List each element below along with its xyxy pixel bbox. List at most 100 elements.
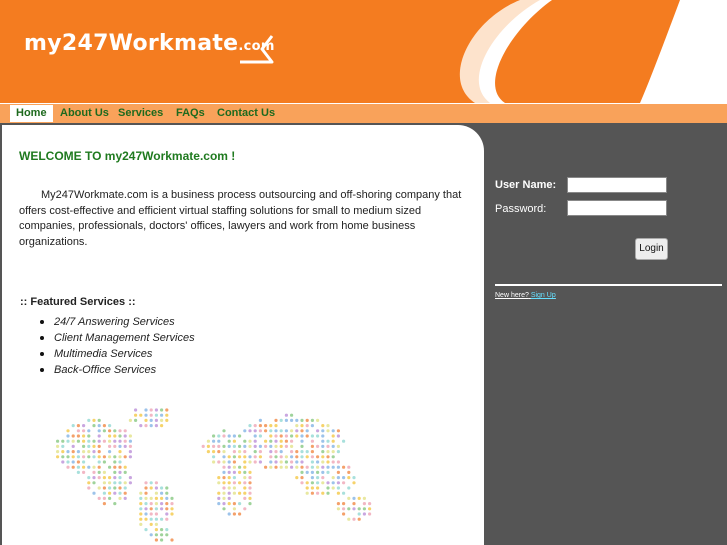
map-dot — [269, 455, 273, 459]
map-dot — [144, 424, 148, 428]
map-dot — [222, 476, 226, 480]
map-dot — [113, 502, 117, 506]
map-dot — [300, 470, 304, 474]
map-dot — [347, 470, 351, 474]
map-dot — [66, 455, 70, 459]
signup-link[interactable]: Sign Up — [531, 292, 556, 299]
map-dot — [357, 496, 361, 500]
map-dot — [97, 434, 101, 438]
map-dot — [113, 444, 117, 448]
map-dot — [295, 455, 299, 459]
main-nav: Home About Us Services FAQs Contact Us — [0, 103, 727, 124]
map-dot — [128, 444, 132, 448]
map-dot — [243, 444, 247, 448]
map-dot — [227, 460, 231, 464]
map-dot — [87, 455, 91, 459]
map-dot — [243, 507, 247, 511]
map-dot — [97, 424, 101, 428]
nav-services[interactable]: Services — [112, 105, 169, 122]
map-dot — [321, 460, 325, 464]
map-dot — [336, 444, 340, 448]
map-dot — [310, 418, 314, 422]
map-dot — [310, 465, 314, 469]
map-dot — [305, 455, 309, 459]
map-dot — [160, 538, 164, 542]
map-dot — [248, 502, 252, 506]
map-dot — [258, 429, 262, 433]
map-dot — [274, 434, 278, 438]
map-dot — [248, 455, 252, 459]
password-input[interactable] — [567, 200, 667, 216]
map-dot — [102, 429, 106, 433]
map-dot — [326, 455, 330, 459]
login-button[interactable]: Login — [635, 238, 668, 260]
map-dot — [149, 424, 153, 428]
map-dot — [331, 460, 335, 464]
site-logo[interactable]: my247Workmate.com — [24, 31, 275, 56]
map-dot — [227, 439, 231, 443]
map-dot — [238, 444, 242, 448]
map-dot — [113, 481, 117, 485]
map-dot — [102, 486, 106, 490]
map-dot — [154, 418, 158, 422]
map-dot — [248, 491, 252, 495]
map-dot — [264, 444, 268, 448]
map-dot — [149, 533, 153, 537]
map-dot — [352, 481, 356, 485]
map-dot — [243, 496, 247, 500]
map-dot — [170, 538, 174, 542]
map-dot — [113, 470, 117, 474]
map-dot — [316, 455, 320, 459]
username-input[interactable] — [567, 177, 667, 193]
map-dot — [331, 465, 335, 469]
map-dot — [108, 429, 112, 433]
map-dot — [300, 455, 304, 459]
nav-about-us[interactable]: About Us — [54, 105, 115, 122]
nav-contact-us[interactable]: Contact Us — [211, 105, 281, 122]
map-dot — [300, 429, 304, 433]
map-dot — [300, 476, 304, 480]
map-dot — [305, 424, 309, 428]
map-dot — [222, 434, 226, 438]
map-dot — [144, 507, 148, 511]
map-dot — [274, 439, 278, 443]
map-dot — [347, 496, 351, 500]
map-dot — [149, 507, 153, 511]
map-dot — [61, 439, 65, 443]
map-dot — [274, 460, 278, 464]
map-dot — [258, 434, 262, 438]
map-dot — [149, 496, 153, 500]
map-dot — [149, 481, 153, 485]
map-dot — [118, 491, 122, 495]
map-dot — [144, 418, 148, 422]
map-dot — [336, 491, 340, 495]
map-dot — [108, 434, 112, 438]
map-dot — [144, 408, 148, 412]
map-dot — [321, 429, 325, 433]
map-dot — [149, 517, 153, 521]
map-dot — [82, 439, 86, 443]
new-here-label: New here? — [495, 292, 529, 299]
map-dot — [331, 486, 335, 490]
map-dot — [139, 413, 143, 417]
map-dot — [92, 491, 96, 495]
map-dot — [284, 455, 288, 459]
map-dot — [264, 429, 268, 433]
map-dot — [123, 496, 127, 500]
map-dot — [118, 476, 122, 480]
map-dot — [149, 486, 153, 490]
password-label: Password: — [495, 203, 547, 215]
list-item: Multimedia Services — [36, 346, 195, 362]
map-dot — [274, 450, 278, 454]
nav-home[interactable]: Home — [10, 105, 53, 122]
map-dot — [362, 496, 366, 500]
map-dot — [232, 512, 236, 516]
map-dot — [92, 424, 96, 428]
map-dot — [118, 455, 122, 459]
map-dot — [274, 455, 278, 459]
map-dot — [300, 460, 304, 464]
map-dot — [160, 507, 164, 511]
map-dot — [76, 450, 80, 454]
map-dot — [316, 470, 320, 474]
nav-faqs[interactable]: FAQs — [170, 105, 211, 122]
